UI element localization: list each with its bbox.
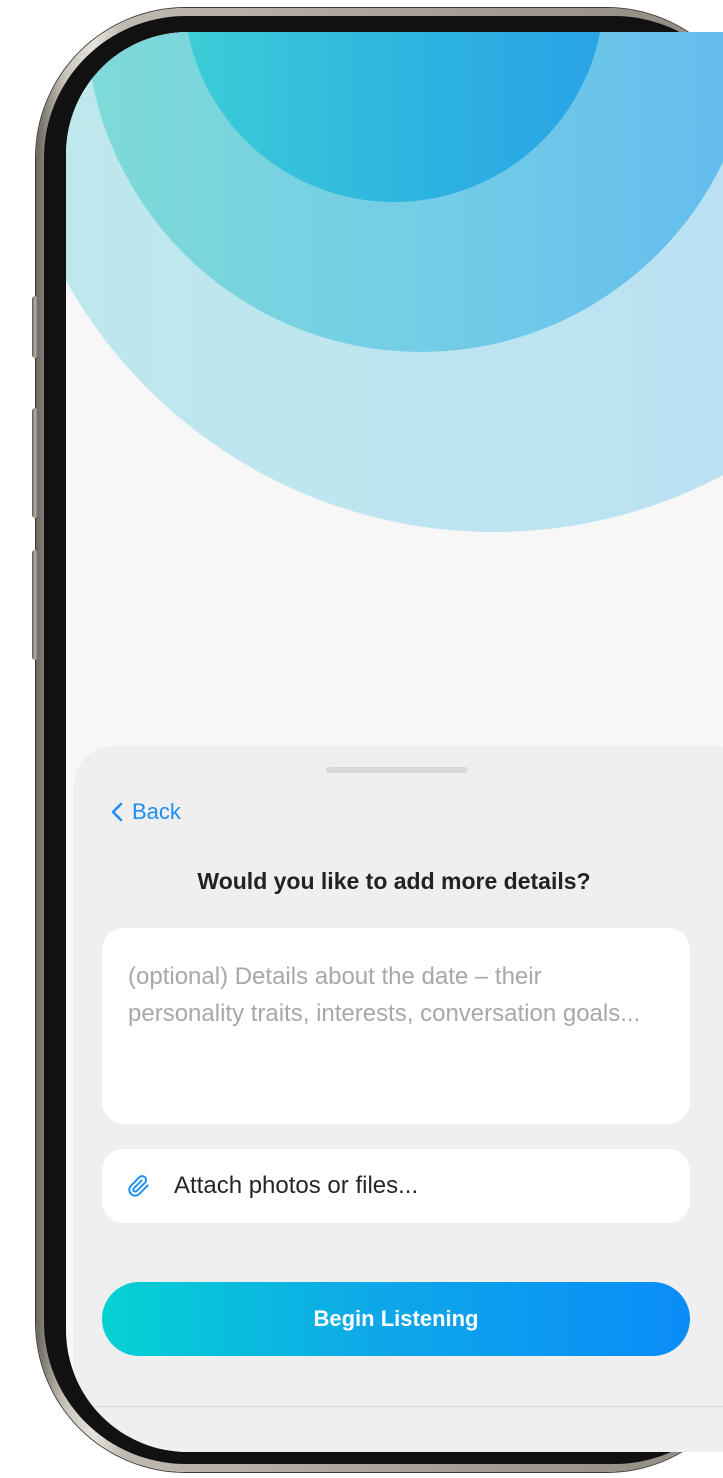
volume-down-button (32, 550, 38, 660)
attach-files-label: Attach photos or files... (174, 1172, 419, 1199)
back-button-label: Back (132, 799, 181, 824)
bottom-sheet: Back Would you like to add more details?… (74, 746, 723, 1452)
paperclip-icon (128, 1175, 149, 1197)
action-button (32, 296, 38, 358)
attach-files-button[interactable]: Attach photos or files... (102, 1149, 690, 1223)
details-input[interactable] (128, 958, 664, 1094)
begin-listening-button[interactable]: Begin Listening (102, 1282, 690, 1356)
sheet-title: Would you like to add more details? (197, 868, 591, 894)
back-button[interactable]: Back (108, 794, 181, 830)
chevron-left-icon (111, 802, 123, 822)
divider (74, 1406, 723, 1407)
details-field[interactable] (102, 928, 690, 1124)
sheet-grabber[interactable] (326, 767, 468, 773)
volume-up-button (32, 408, 38, 518)
screen: Back Would you like to add more details?… (66, 32, 723, 1452)
